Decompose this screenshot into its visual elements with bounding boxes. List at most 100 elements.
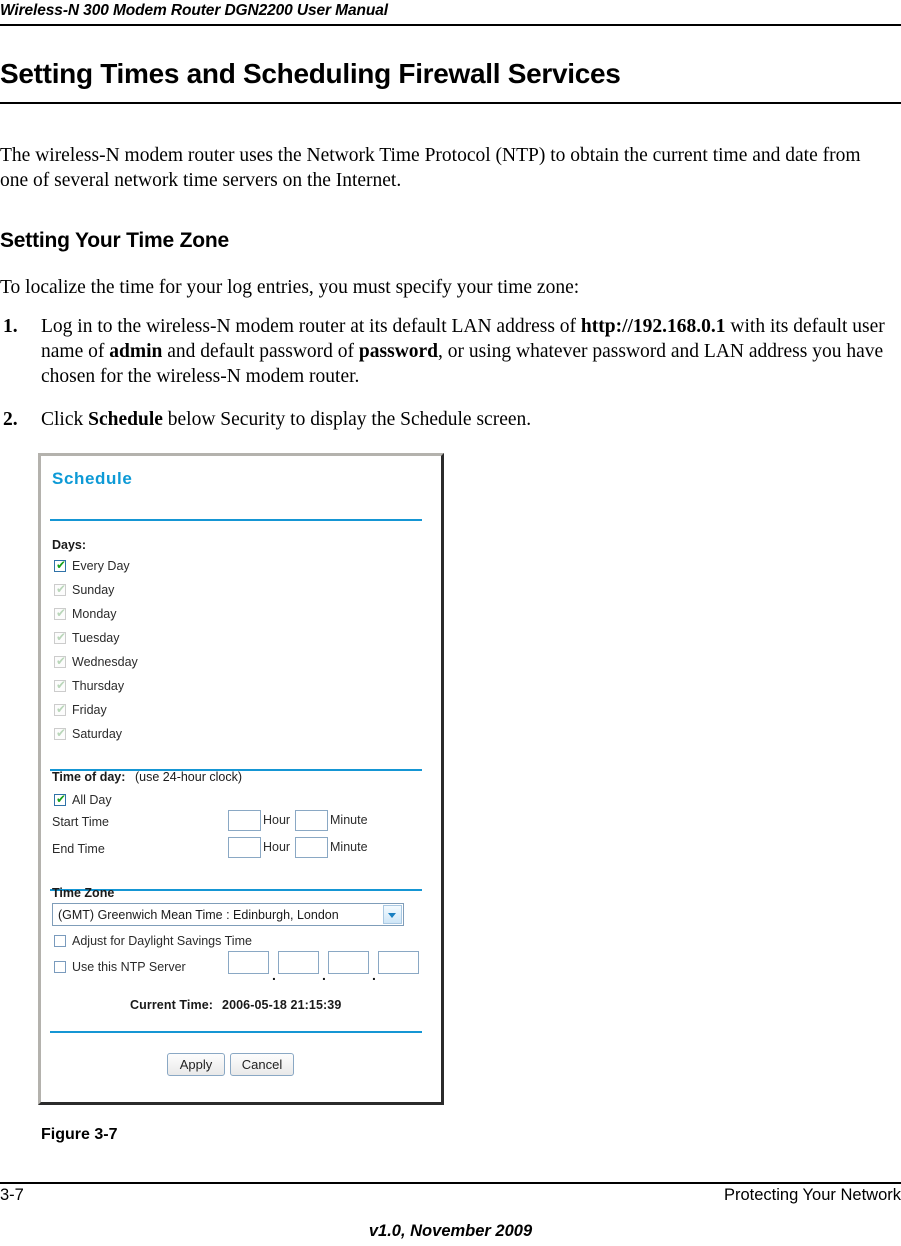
footer-section-name: Protecting Your Network [723,1186,901,1204]
step-number: 2. [3,409,18,430]
check-mark-icon: ✔ [56,606,67,620]
current-time-row: Current Time: 2006-05-18 21:15:39 [130,998,341,1012]
checkbox-label-thursday: Thursday [72,679,125,693]
checkbox-row-monday[interactable]: ✔ Monday [54,605,116,623]
checkbox-friday[interactable]: ✔ [54,702,67,716]
end-time-hour-unit: Hour [263,840,291,854]
checkbox-row-friday[interactable]: ✔ Friday [54,701,107,719]
checkbox-row-wednesday[interactable]: ✔ Wednesday [54,653,138,671]
checkbox-label-monday: Monday [72,607,117,621]
ntp-octet-4-input[interactable] [378,951,419,974]
checkbox-row-ntp-server[interactable]: Use this NTP Server [54,958,186,976]
days-label: Days: [52,538,87,552]
ntp-dot-1: . [272,967,276,983]
start-time-label: Start Time [52,815,109,829]
lead-in-text: To localize the time for your log entrie… [0,277,580,298]
ntp-dot-3: . [372,967,376,983]
checkbox-tuesday[interactable]: ✔ [54,630,67,644]
page-title: Setting Times and Scheduling Firewall Se… [0,58,621,89]
checkbox-row-all-day[interactable]: ✔ All Day [54,791,112,809]
figure-caption: Figure 3-7 [41,1126,118,1143]
ntp-octet-1-input[interactable] [228,951,269,974]
checkbox-all-day[interactable]: ✔ [54,792,67,806]
end-time-minute-input[interactable] [295,837,328,858]
chevron-down-icon[interactable] [383,905,402,924]
schedule-panel: Schedule Days: ✔ Every Day ✔ Sunday ✔ Mo… [41,456,441,1102]
step-text: Log in to the wireless-N modem router at… [41,314,897,389]
list-item: 2. Click Schedule below Security to disp… [0,407,897,432]
checkbox-every-day[interactable]: ✔ [54,558,67,572]
end-time-minute-unit: Minute [330,840,368,854]
time-zone-selected-value: (GMT) Greenwich Mean Time : Edinburgh, L… [58,908,339,922]
time-of-day-label: Time of day: [52,770,126,784]
checkbox-sunday[interactable]: ✔ [54,582,67,596]
check-mark-icon: ✔ [56,678,67,692]
step2-part2: below Security to display the Schedule s… [162,409,532,430]
step1-part3: and default password of [162,341,359,362]
section-heading: Setting Your Time Zone [0,229,229,252]
checkbox-label-wednesday: Wednesday [72,655,138,669]
start-time-minute-unit: Minute [330,813,368,827]
checkbox-thursday[interactable]: ✔ [54,678,67,692]
step1-part1: Log in to the wireless-N modem router at… [41,316,581,337]
step1-username: admin [109,341,163,362]
page-header: Wireless-N 300 Modem Router DGN2200 User… [0,0,901,26]
check-mark-icon: ✔ [56,558,67,572]
current-time-value: 2006-05-18 21:15:39 [222,998,342,1012]
checkbox-wednesday[interactable]: ✔ [54,654,67,668]
checkbox-label-daylight-savings: Adjust for Daylight Savings Time [72,934,252,948]
running-header-title: Wireless-N 300 Modem Router DGN2200 User… [0,2,388,19]
check-mark-icon: ✔ [56,726,67,740]
schedule-panel-title: Schedule [52,469,133,488]
figure-schedule-screenshot: Schedule Days: ✔ Every Day ✔ Sunday ✔ Mo… [38,453,444,1105]
start-time-hour-unit: Hour [263,813,291,827]
checkbox-daylight-savings[interactable] [54,935,66,947]
apply-button[interactable]: Apply [167,1053,225,1076]
checkbox-row-saturday[interactable]: ✔ Saturday [54,725,122,743]
step-text: Click Schedule below Security to display… [41,407,897,432]
ntp-octet-2-input[interactable] [278,951,319,974]
start-time-minute-input[interactable] [295,810,328,831]
page-number: 3-7 [0,1186,24,1204]
step-number: 1. [3,316,18,337]
check-mark-icon: ✔ [56,654,67,668]
checkbox-label-saturday: Saturday [72,727,123,741]
list-item: 1. Log in to the wireless-N modem router… [0,314,897,389]
check-mark-icon: ✔ [56,630,67,644]
checkbox-monday[interactable]: ✔ [54,606,67,620]
step2-menu-item: Schedule [88,409,163,430]
checkbox-label-every-day: Every Day [72,559,130,573]
end-time-label: End Time [52,842,105,856]
time-of-day-note: (use 24-hour clock) [135,770,242,784]
checkbox-row-tuesday[interactable]: ✔ Tuesday [54,629,119,647]
ntp-dot-2: . [322,967,326,983]
checkbox-label-tuesday: Tuesday [72,631,120,645]
check-mark-icon: ✔ [56,792,67,806]
checkbox-row-daylight-savings[interactable]: Adjust for Daylight Savings Time [54,932,252,950]
start-time-hour-input[interactable] [228,810,261,831]
check-mark-icon: ✔ [56,582,67,596]
checkbox-row-sunday[interactable]: ✔ Sunday [54,581,114,599]
header-divider [0,24,901,26]
checkbox-row-thursday[interactable]: ✔ Thursday [54,677,124,695]
time-zone-label: Time Zone [52,886,115,900]
checkbox-row-every-day[interactable]: ✔ Every Day [54,557,130,575]
step1-url: http://192.168.0.1 [580,316,726,337]
divider-above-buttons [50,1031,422,1033]
ntp-octet-3-input[interactable] [328,951,369,974]
cancel-button[interactable]: Cancel [230,1053,294,1076]
intro-paragraph: The wireless-N modem router uses the Net… [0,145,861,191]
end-time-hour-input[interactable] [228,837,261,858]
divider-under-title [50,519,422,521]
check-mark-icon: ✔ [56,702,67,716]
checkbox-saturday[interactable]: ✔ [54,726,67,740]
footer-version: v1.0, November 2009 [368,1222,533,1240]
title-divider [0,102,901,104]
checkbox-label-ntp-server: Use this NTP Server [72,960,186,974]
current-time-label: Current Time: [130,998,214,1012]
checkbox-ntp-server[interactable] [54,961,66,973]
step1-password: password [358,341,439,362]
footer-divider [0,1182,901,1184]
step2-part1: Click [41,409,89,430]
time-zone-select[interactable]: (GMT) Greenwich Mean Time : Edinburgh, L… [52,903,404,926]
